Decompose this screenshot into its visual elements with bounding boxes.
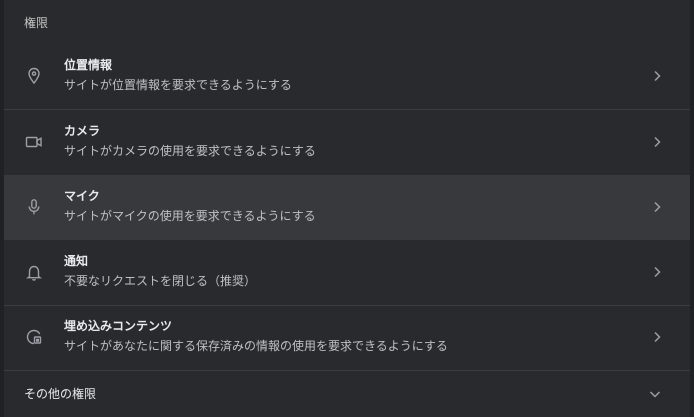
- permission-label: 位置情報: [64, 58, 113, 72]
- permission-row-notifications[interactable]: 通知 不要なリクエストを閉じる（推奨）: [4, 240, 690, 306]
- chevron-right-icon: [650, 200, 664, 214]
- permission-row-embedded-content[interactable]: 埋め込みコンテンツ サイトがあなたに関する保存済みの情報の使用を要求できるように…: [4, 305, 690, 371]
- permission-label: 埋め込みコンテンツ: [64, 319, 173, 333]
- permission-description: サイトがカメラの使用を要求できるようにする: [64, 144, 316, 158]
- bell-icon: [24, 262, 44, 282]
- permission-description: サイトがあなたに関する保存済みの情報の使用を要求できるようにする: [64, 339, 448, 353]
- chevron-right-icon: [650, 135, 664, 149]
- permissions-card: 権限 位置情報 サイトが位置情報を要求できるようにする カメラ サイトがカメラの…: [4, 0, 690, 417]
- permission-row-camera[interactable]: カメラ サイトがカメラの使用を要求できるようにする: [4, 110, 690, 176]
- chevron-right-icon: [650, 330, 664, 344]
- permission-description: サイトが位置情報を要求できるようにする: [64, 78, 292, 92]
- permission-description: サイトがマイクの使用を要求できるようにする: [64, 209, 316, 223]
- section-title: 権限: [24, 16, 49, 30]
- permission-row-microphone[interactable]: マイク サイトがマイクの使用を要求できるようにする: [4, 175, 690, 240]
- permission-label: マイク: [64, 189, 100, 203]
- permission-row-location[interactable]: 位置情報 サイトが位置情報を要求できるようにする: [4, 44, 690, 110]
- location-pin-icon: [24, 66, 44, 86]
- chevron-right-icon: [650, 265, 664, 279]
- permission-label: カメラ: [64, 124, 101, 138]
- more-permissions-label: その他の権限: [24, 387, 97, 401]
- microphone-icon: [24, 197, 44, 217]
- permission-description: 不要なリクエストを閉じる（推奨）: [64, 274, 257, 288]
- chevron-down-icon: [648, 387, 662, 401]
- camera-icon: [24, 132, 44, 152]
- more-permissions-toggle[interactable]: その他の権限: [4, 371, 690, 417]
- chevron-right-icon: [650, 69, 664, 83]
- permission-label: 通知: [64, 254, 89, 268]
- embedded-content-icon: [24, 327, 44, 347]
